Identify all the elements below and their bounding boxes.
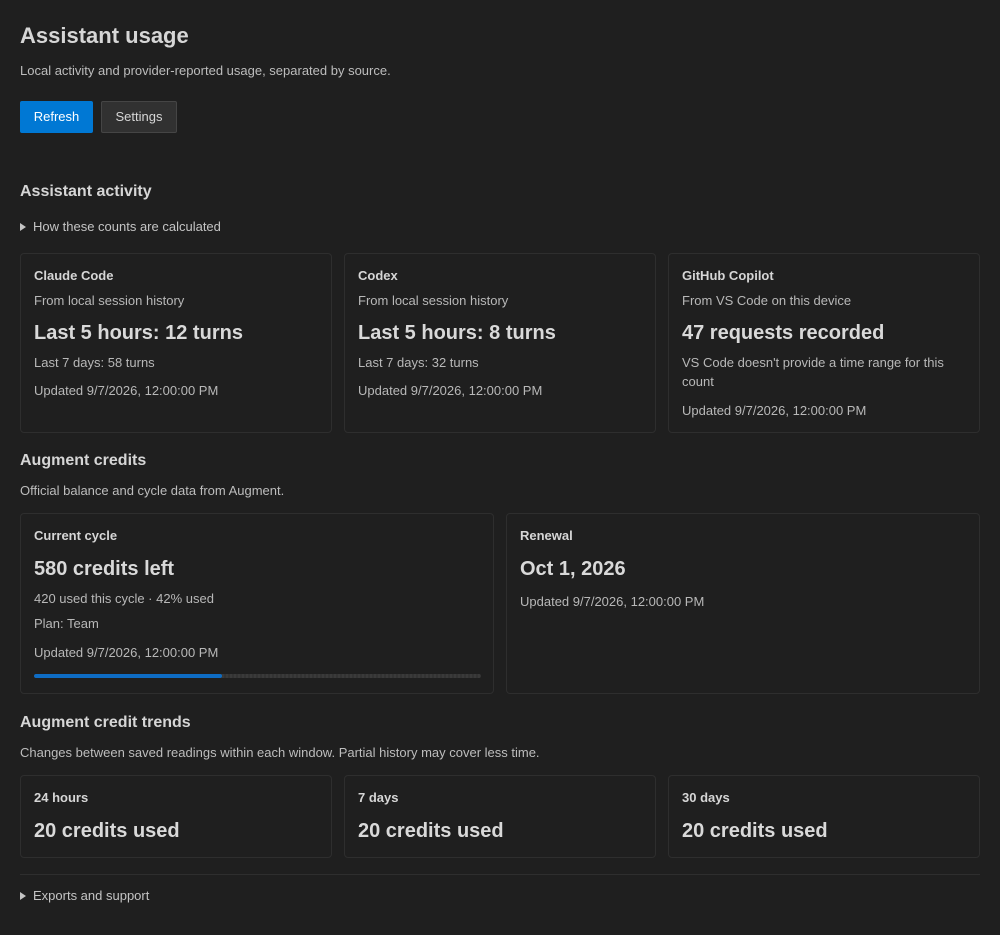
card-updated: Updated 9/7/2026, 12:00:00 PM xyxy=(34,383,219,398)
card-title: GitHub Copilot xyxy=(682,268,774,283)
counts-calculation-disclosure[interactable]: How these counts are calculated xyxy=(20,218,221,236)
card-title: 24 hours xyxy=(34,790,89,805)
trend-value: 20 credits used xyxy=(358,820,504,842)
credit-trends-description: Changes between saved readings within ea… xyxy=(20,745,540,760)
card-detail: Last 7 days: 58 turns xyxy=(34,355,155,370)
trend-card-7-days: 7 days 20 credits used xyxy=(344,775,656,858)
card-primary-value: Last 5 hours: 8 turns xyxy=(358,322,556,344)
credits-left-value: 580 credits left xyxy=(34,558,175,580)
disclosure-triangle-icon xyxy=(20,223,26,231)
cycle-progress-fill xyxy=(34,674,222,678)
renewal-date: Oct 1, 2026 xyxy=(520,558,626,580)
exports-support-label: Exports and support xyxy=(33,888,150,903)
plan-label: Plan: Team xyxy=(34,616,99,631)
card-title: 30 days xyxy=(682,790,730,805)
cycle-progress-bar xyxy=(34,674,481,678)
page-subtitle: Local activity and provider-reported usa… xyxy=(20,63,391,78)
card-updated: Updated 9/7/2026, 12:00:00 PM xyxy=(34,645,219,660)
card-title: 7 days xyxy=(358,790,399,805)
disclosure-triangle-icon xyxy=(20,892,26,900)
current-cycle-card: Current cycle 580 credits left 420 used … xyxy=(20,513,494,694)
cycle-usage: 420 used this cycle · 42% used xyxy=(34,591,214,606)
credit-trends-heading: Augment credit trends xyxy=(20,714,191,731)
card-source: From VS Code on this device xyxy=(682,293,852,308)
trend-value: 20 credits used xyxy=(34,820,180,842)
refresh-button[interactable]: Refresh xyxy=(20,101,93,133)
renewal-card: Renewal Oct 1, 2026 Updated 9/7/2026, 12… xyxy=(506,513,980,694)
card-detail: Last 7 days: 32 turns xyxy=(358,355,479,370)
card-updated: Updated 9/7/2026, 12:00:00 PM xyxy=(358,383,543,398)
trend-card-30-days: 30 days 20 credits used xyxy=(668,775,980,858)
card-detail: VS Code doesn't provide a time range for… xyxy=(682,355,944,389)
card-primary-value: Last 5 hours: 12 turns xyxy=(34,322,243,344)
card-title: Claude Code xyxy=(34,268,114,283)
card-primary-value: 47 requests recorded xyxy=(682,322,885,344)
claude-code-card: Claude Code From local session history L… xyxy=(20,253,332,433)
section-divider xyxy=(20,874,980,875)
counts-calculation-label: How these counts are calculated xyxy=(33,219,221,234)
codex-card: Codex From local session history Last 5 … xyxy=(344,253,656,433)
page-title: Assistant usage xyxy=(20,23,189,48)
settings-button[interactable]: Settings xyxy=(101,101,177,133)
card-source: From local session history xyxy=(358,293,509,308)
augment-credits-description: Official balance and cycle data from Aug… xyxy=(20,483,285,498)
trend-value: 20 credits used xyxy=(682,820,828,842)
assistant-activity-heading: Assistant activity xyxy=(20,183,152,200)
exports-support-disclosure[interactable]: Exports and support xyxy=(20,887,149,905)
card-title: Current cycle xyxy=(34,528,118,543)
card-title: Renewal xyxy=(520,528,573,543)
card-source: From local session history xyxy=(34,293,185,308)
github-copilot-card: GitHub Copilot From VS Code on this devi… xyxy=(668,253,980,433)
augment-credits-heading: Augment credits xyxy=(20,452,147,469)
card-title: Codex xyxy=(358,268,398,283)
card-updated: Updated 9/7/2026, 12:00:00 PM xyxy=(682,403,867,418)
trend-card-24-hours: 24 hours 20 credits used xyxy=(20,775,332,858)
card-updated: Updated 9/7/2026, 12:00:00 PM xyxy=(520,594,705,609)
